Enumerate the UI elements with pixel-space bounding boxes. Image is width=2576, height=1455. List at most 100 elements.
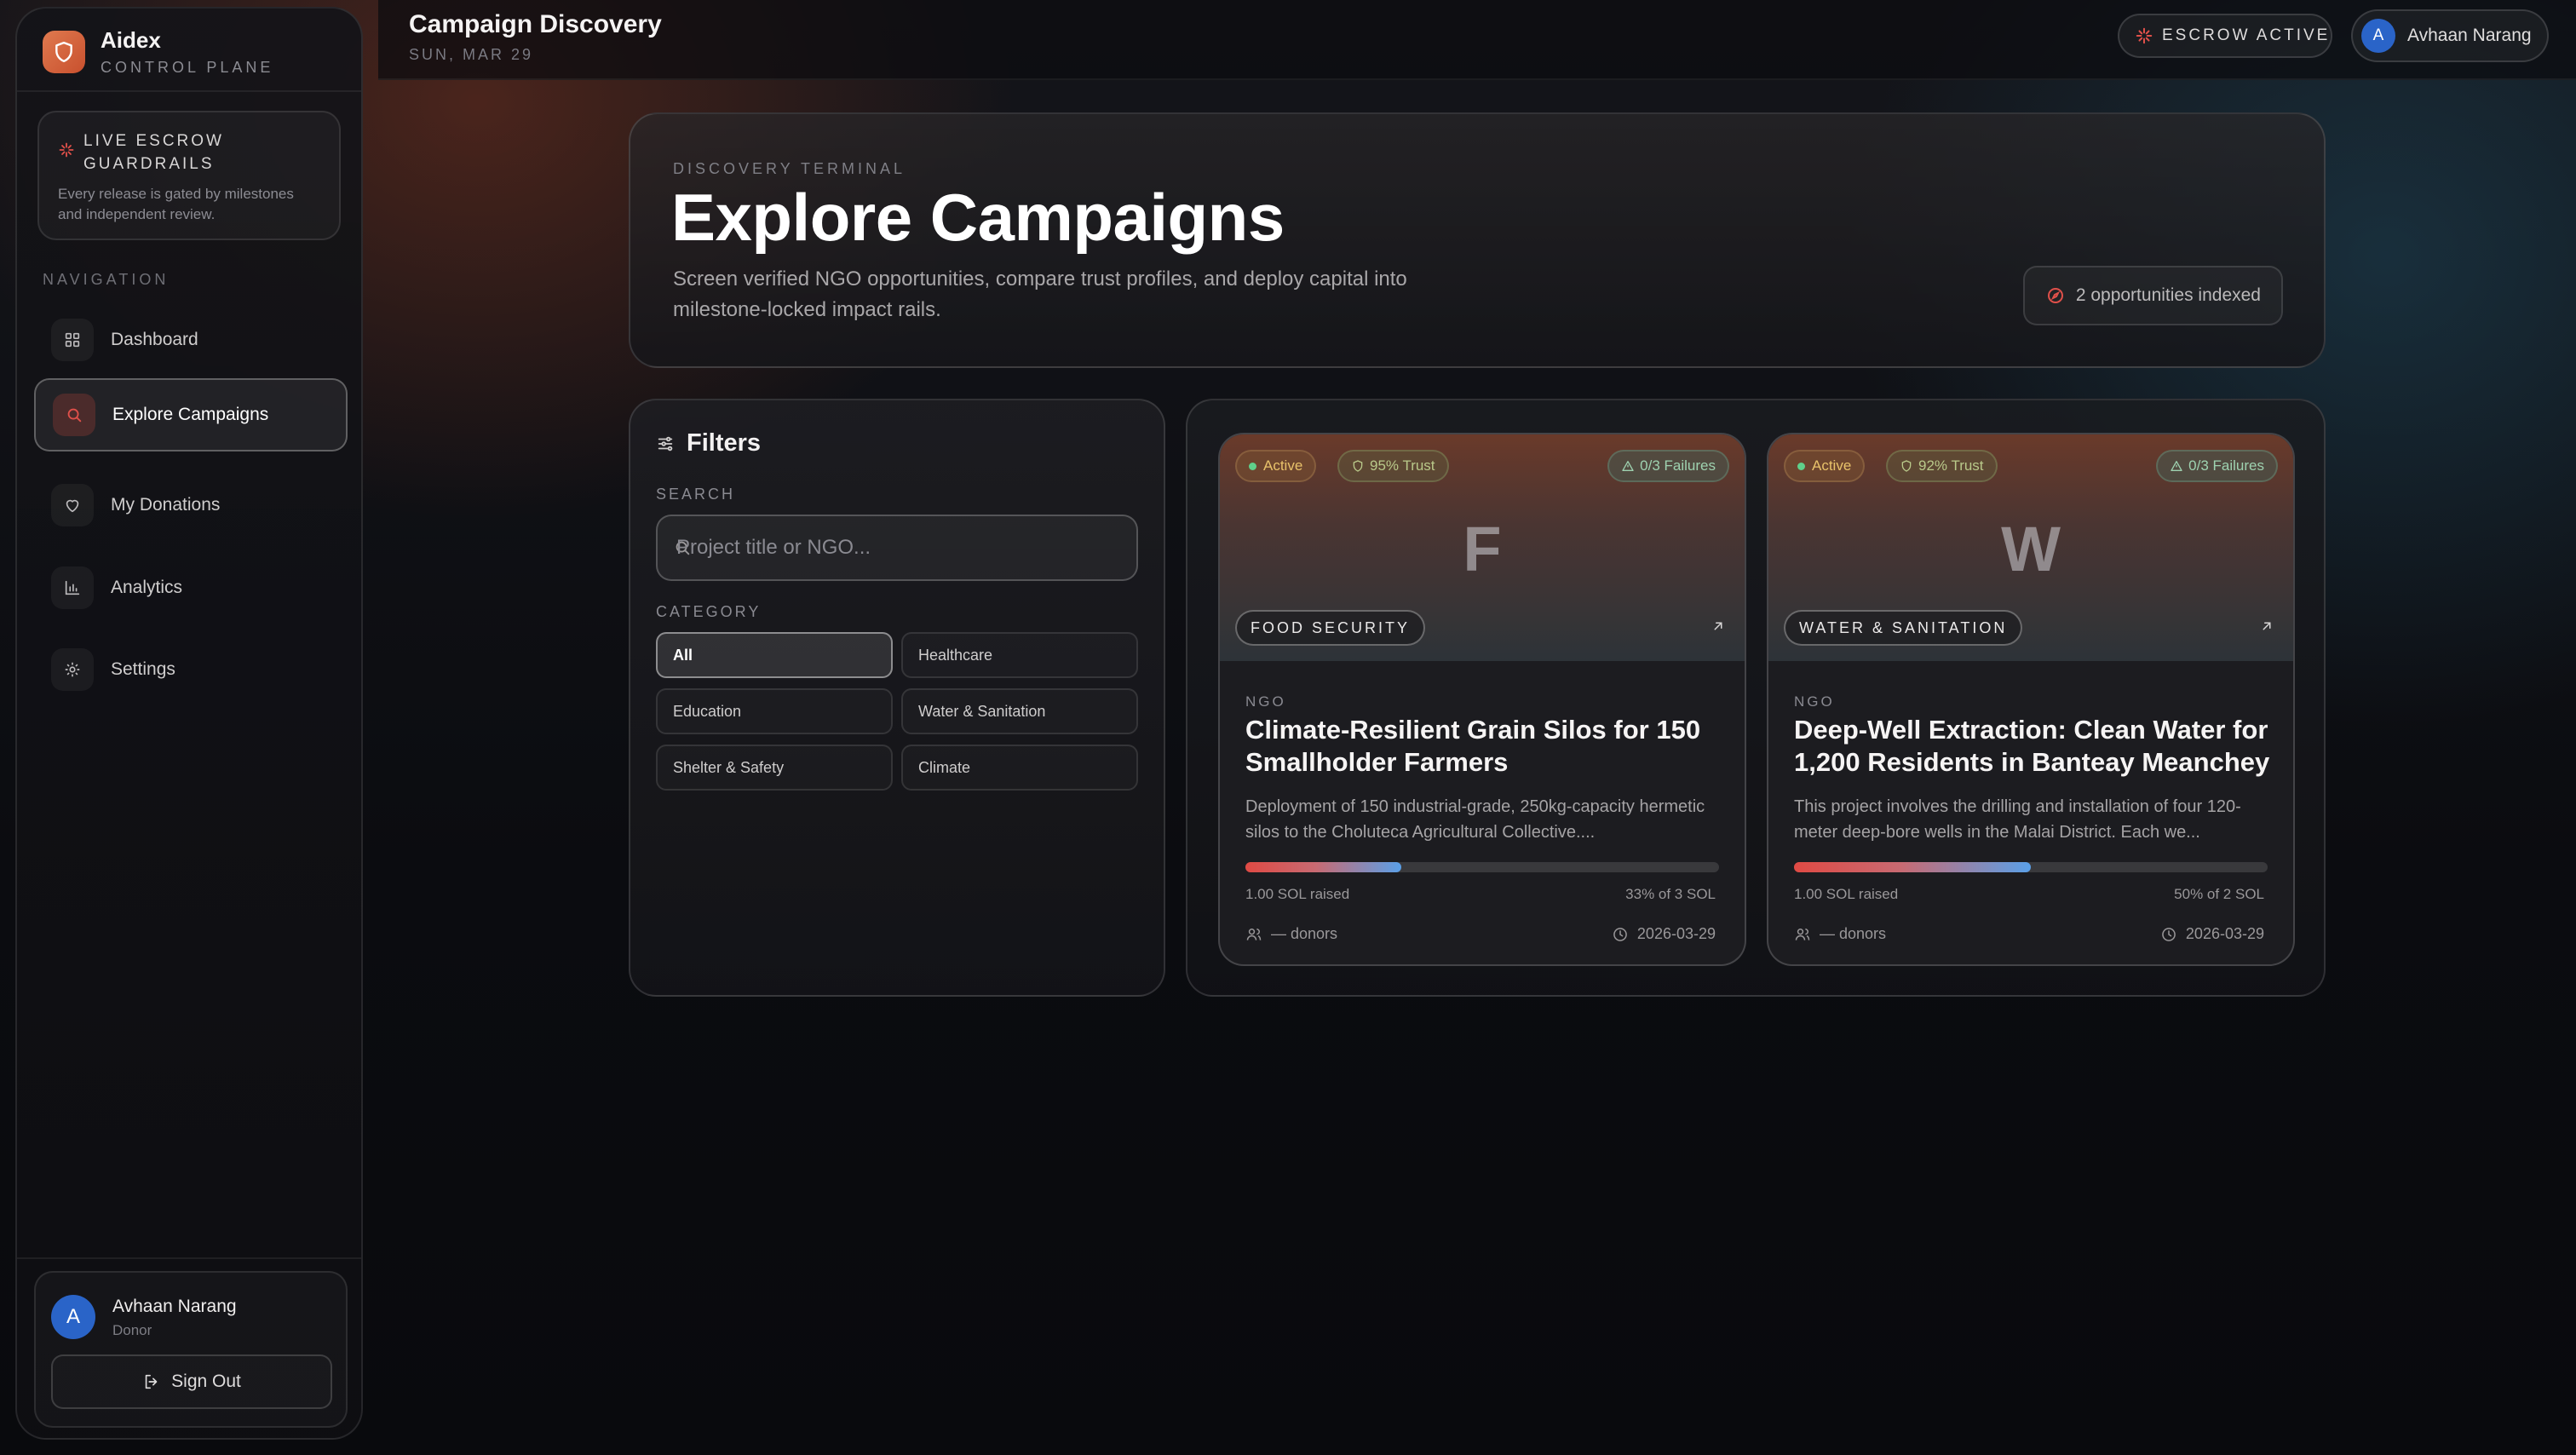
user-menu-name: Avhaan Narang	[2407, 26, 2532, 45]
status-dot-icon	[1797, 462, 1805, 470]
trust-label: 92% Trust	[1918, 457, 1984, 474]
campaign-title: Deep-Well Extraction: Clean Water for 1,…	[1794, 715, 2270, 777]
search-input[interactable]	[658, 516, 1136, 579]
funding-progress-bar	[1794, 862, 2268, 872]
category-chip-all[interactable]: All	[656, 632, 893, 678]
shield-icon	[1901, 460, 1912, 472]
page-title: Campaign Discovery	[409, 10, 662, 38]
gear-icon	[51, 648, 94, 691]
search-label: SEARCH	[656, 486, 736, 503]
search-icon	[53, 394, 95, 436]
opportunities-count-badge: 2 opportunities indexed	[2022, 266, 2283, 325]
users-icon	[1246, 928, 1262, 940]
status-dot-icon	[1249, 462, 1256, 470]
funding-progress-bar	[1245, 862, 1719, 872]
category-tag: FOOD SECURITY	[1235, 610, 1426, 646]
escrow-status-badge: ESCROW ACTIVE	[2118, 14, 2332, 58]
donors-count: — donors	[1794, 925, 1886, 943]
escrow-status-label: ESCROW ACTIVE	[2162, 26, 2331, 44]
date-label: 2026-03-29	[1636, 925, 1716, 942]
campaign-date: 2026-03-29	[1612, 925, 1716, 943]
ngo-label: NGO	[1794, 693, 1835, 710]
campaign-initial: W	[2001, 514, 2061, 584]
campaign-description: This project involves the drilling and i…	[1794, 797, 2241, 842]
hero-description: Screen verified NGO opportunities, compa…	[673, 267, 1407, 321]
category-chip-healthcare[interactable]: Healthcare	[901, 632, 1138, 678]
sidebar-item-explore-campaigns[interactable]: Explore Campaigns	[34, 378, 348, 451]
user-menu-button[interactable]: A Avhaan Narang	[2351, 9, 2549, 62]
filters-title: Filters	[687, 429, 762, 457]
logout-icon	[145, 1374, 158, 1389]
heart-icon	[51, 484, 94, 526]
sidebar-item-my-donations[interactable]: My Donations	[34, 469, 348, 542]
failures-label: 0/3 Failures	[1640, 457, 1716, 474]
status-label: Active	[1812, 457, 1852, 474]
campaign-card[interactable]: Active 92% Trust 0/3 Failures W WATER & …	[1767, 433, 2295, 966]
grid-icon	[51, 319, 94, 361]
sidebar-item-label: Analytics	[111, 578, 183, 597]
trust-label: 95% Trust	[1370, 457, 1435, 474]
opportunities-count: 2 opportunities indexed	[2075, 285, 2261, 305]
sidebar-item-label: Dashboard	[111, 330, 198, 349]
funding-percent: 33% of 3 SOL	[1625, 886, 1716, 902]
funding-progress-fill	[1245, 862, 1402, 872]
divider	[17, 90, 361, 92]
hero-eyebrow: DISCOVERY TERMINAL	[673, 160, 906, 177]
sign-out-button[interactable]: Sign Out	[51, 1354, 332, 1409]
user-name: Avhaan Narang	[112, 1297, 237, 1316]
user-card: A Avhaan Narang Donor Sign Out	[34, 1271, 348, 1428]
failures-badge: 0/3 Failures	[1607, 450, 1729, 482]
raised-amount: 1.00 SOL raised	[1794, 886, 1899, 902]
campaign-card[interactable]: Active 95% Trust 0/3 Failures F FOOD SEC…	[1218, 433, 1746, 966]
campaign-initial: F	[1463, 514, 1502, 584]
topbar: Campaign Discovery SUN, MAR 29 ESCROW AC…	[378, 0, 2576, 80]
sidebar-item-analytics[interactable]: Analytics	[34, 551, 348, 624]
failures-badge: 0/3 Failures	[2156, 450, 2278, 482]
campaign-card-cover: Active 92% Trust 0/3 Failures W WATER & …	[1768, 434, 2293, 661]
page-date: SUN, MAR 29	[409, 46, 534, 63]
category-chip-education[interactable]: Education	[656, 688, 893, 734]
donors-count: — donors	[1245, 925, 1337, 943]
category-tag: WATER & SANITATION	[1784, 610, 2023, 646]
users-icon	[1795, 928, 1810, 940]
date-label: 2026-03-29	[2185, 925, 2264, 942]
filters-panel: Filters SEARCH CATEGORY All Healthcare E…	[629, 399, 1165, 997]
warning-icon	[2171, 461, 2182, 471]
escrow-card-title: LIVE ESCROW GUARDRAILS	[83, 132, 224, 173]
sliders-icon	[658, 436, 673, 451]
category-chip-climate[interactable]: Climate	[901, 745, 1138, 791]
donors-label: — donors	[1820, 925, 1887, 942]
sidebar-item-label: My Donations	[111, 495, 221, 515]
escrow-card-description: Every release is gated by milestones and…	[58, 186, 294, 222]
sidebar-item-dashboard[interactable]: Dashboard	[34, 303, 348, 377]
sidebar-item-label: Settings	[111, 659, 175, 679]
category-chip-shelter-safety[interactable]: Shelter & Safety	[656, 745, 893, 791]
donors-label: — donors	[1271, 925, 1338, 942]
external-link-icon[interactable]	[1711, 618, 1726, 638]
brand[interactable]: Aidex CONTROL PLANE	[43, 27, 273, 77]
failures-label: 0/3 Failures	[2188, 457, 2264, 474]
avatar: A	[2361, 19, 2395, 53]
sparkle-icon	[58, 141, 75, 163]
campaign-title: Climate-Resilient Grain Silos for 150 Sm…	[1245, 715, 1701, 777]
clock-icon	[1613, 927, 1627, 941]
hero-title: Explore Campaigns	[671, 180, 1285, 255]
sidebar-item-label: Explore Campaigns	[112, 405, 269, 424]
sign-out-label: Sign Out	[171, 1372, 241, 1391]
category-chip-water-sanitation[interactable]: Water & Sanitation	[901, 688, 1138, 734]
brand-name: Aidex	[101, 27, 161, 53]
campaigns-panel: Active 95% Trust 0/3 Failures F FOOD SEC…	[1186, 399, 2326, 997]
sidebar-item-settings[interactable]: Settings	[34, 633, 348, 706]
warning-icon	[1622, 461, 1634, 471]
search-field	[656, 515, 1138, 581]
status-badge: Active	[1235, 450, 1317, 482]
sidebar: Aidex CONTROL PLANE LIVE ESCROW GUARDRAI…	[15, 7, 363, 1440]
user-role: Donor	[112, 1322, 152, 1338]
external-link-icon[interactable]	[2259, 618, 2274, 638]
funding-progress-fill	[1794, 862, 2031, 872]
trust-badge: 95% Trust	[1337, 450, 1449, 482]
campaign-card-cover: Active 95% Trust 0/3 Failures F FOOD SEC…	[1220, 434, 1745, 661]
shield-logo-icon	[43, 31, 85, 73]
bar-chart-icon	[51, 566, 94, 609]
avatar[interactable]: A	[51, 1295, 95, 1339]
